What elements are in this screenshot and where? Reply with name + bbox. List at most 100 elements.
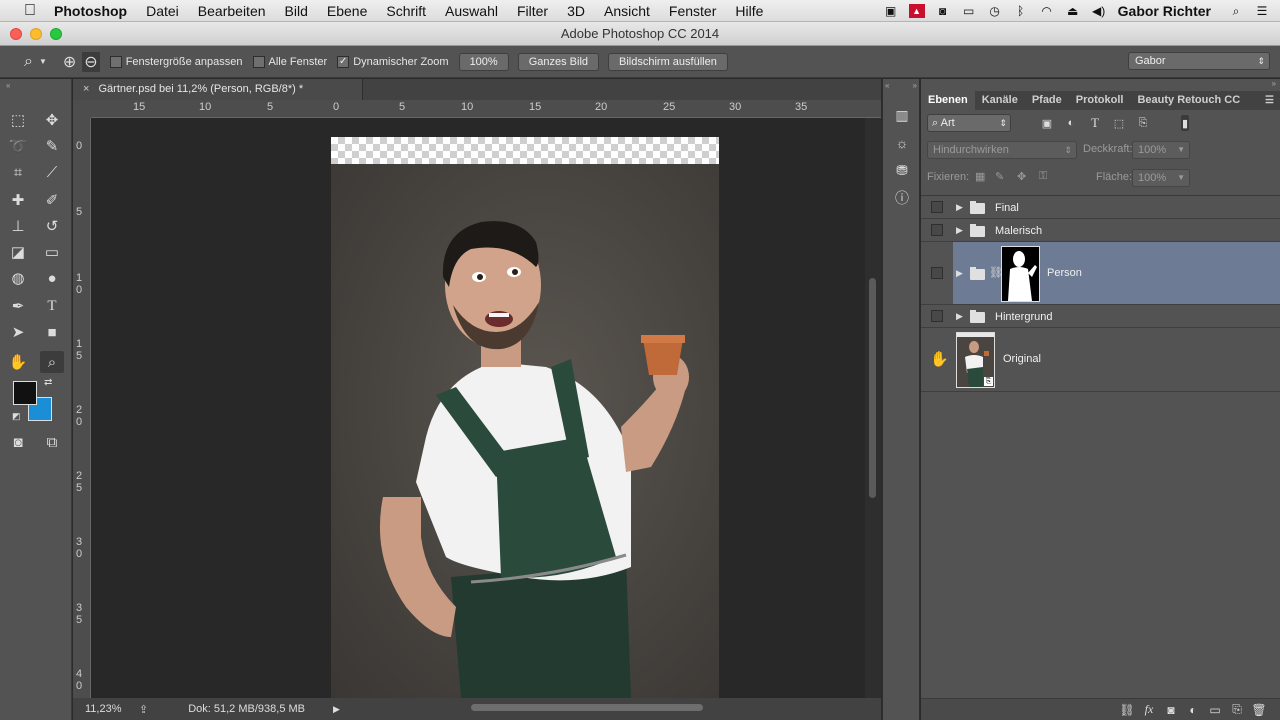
lock-transparency-icon[interactable]: ▦ xyxy=(975,170,985,183)
tab-protokoll[interactable]: Protokoll xyxy=(1069,91,1131,110)
lock-position-icon[interactable]: ✥ xyxy=(1017,170,1026,183)
fit-window-checkbox[interactable] xyxy=(109,55,122,68)
pen-tool-icon[interactable]: ✒ xyxy=(6,295,30,317)
zoom-tool-icon[interactable]: ⌕ xyxy=(40,351,64,373)
fill-input[interactable]: 100% ▼ xyxy=(1132,169,1190,187)
filter-toggle-icon[interactable]: ▮ xyxy=(1181,115,1189,131)
tool-preset-picker[interactable]: ⌕ ▼ xyxy=(24,53,47,71)
zoom-level[interactable]: 11,23% xyxy=(85,703,125,715)
quick-selection-tool-icon[interactable]: ✎ xyxy=(40,135,64,157)
crop-tool-icon[interactable]: ⌗ xyxy=(6,161,30,183)
layer-style-icon[interactable]: fx xyxy=(1138,702,1160,718)
eject-icon[interactable]: ⏏ xyxy=(1065,4,1081,18)
menu-3d[interactable]: 3D xyxy=(567,3,585,19)
collapse-tools-icon[interactable]: « xyxy=(6,81,10,90)
airplay-icon[interactable]: ▭ xyxy=(961,4,977,18)
menu-schrift[interactable]: Schrift xyxy=(386,3,426,19)
camera-icon[interactable]: ◙ xyxy=(935,4,951,18)
menu-bild[interactable]: Bild xyxy=(285,3,308,19)
menu-hilfe[interactable]: Hilfe xyxy=(735,3,763,19)
opacity-input[interactable]: 100% ▼ xyxy=(1132,141,1190,159)
filter-pixel-icon[interactable]: ▣ xyxy=(1039,115,1055,131)
tab-beauty-retouch[interactable]: Beauty Retouch CC xyxy=(1130,91,1247,110)
move-tool-icon[interactable]: ✥ xyxy=(40,109,64,131)
horizontal-scroll-thumb[interactable] xyxy=(471,704,703,711)
lock-pixels-icon[interactable]: ✎ xyxy=(995,170,1004,183)
expand-panels-icon[interactable]: » xyxy=(913,81,917,90)
adjustments-icon[interactable]: ☼ xyxy=(893,134,911,152)
status-menu-arrow-icon[interactable]: ▶ xyxy=(333,704,340,715)
layer-thumbnail[interactable]: ⎘ xyxy=(956,332,995,388)
visibility-toggle[interactable] xyxy=(931,224,943,236)
workspace-select[interactable]: Gabor ⇕ xyxy=(1128,52,1270,70)
filter-type-select[interactable]: ⌕ Art ⇕ xyxy=(927,114,1011,132)
brush-tool-icon[interactable]: ✐ xyxy=(40,189,64,211)
menu-ebene[interactable]: Ebene xyxy=(327,3,367,19)
expand-group-icon[interactable]: ▶ xyxy=(956,311,963,322)
expand-group-icon[interactable]: ▶ xyxy=(956,268,963,279)
eyedropper-tool-icon[interactable]: ⟋ xyxy=(40,161,64,183)
bluetooth-icon[interactable]: ᛒ xyxy=(1013,4,1029,18)
minimize-window-button[interactable] xyxy=(30,28,42,40)
vertical-ruler[interactable]: 0 5 1 0 1 5 2 0 2 5 3 0 3 5 4 0 xyxy=(73,118,91,698)
healing-brush-tool-icon[interactable]: ✚ xyxy=(6,189,30,211)
clone-stamp-tool-icon[interactable]: ⊥ xyxy=(6,215,30,237)
zoom-in-icon[interactable]: ⊕ xyxy=(63,52,76,72)
expand-group-icon[interactable]: ▶ xyxy=(956,202,963,213)
layer-mask-thumbnail[interactable] xyxy=(1001,246,1040,302)
screen-record-icon[interactable]: ▣ xyxy=(883,4,899,18)
filter-type-icon[interactable]: T xyxy=(1087,115,1103,131)
layer-row-original[interactable]: ✋ ⎘ Original xyxy=(921,328,1280,392)
export-icon[interactable]: ⇪ xyxy=(139,703,148,716)
tab-pfade[interactable]: Pfade xyxy=(1025,91,1069,110)
horizontal-ruler[interactable]: 15 10 5 0 5 10 15 20 25 30 35 xyxy=(91,100,881,118)
gradient-tool-icon[interactable]: ▭ xyxy=(40,241,64,263)
menu-bearbeiten[interactable]: Bearbeiten xyxy=(198,3,266,19)
visibility-toggle[interactable] xyxy=(931,310,943,322)
foreground-color-swatch[interactable] xyxy=(13,381,37,405)
history-brush-tool-icon[interactable]: ↺ xyxy=(40,215,64,237)
apple-menu-icon[interactable]:  xyxy=(20,2,40,20)
add-mask-icon[interactable]: ◙ xyxy=(1160,702,1182,718)
user-name[interactable]: Gabor Richter xyxy=(1118,3,1211,19)
adjustment-layer-icon[interactable]: ◐ xyxy=(1182,702,1204,718)
menu-app-name[interactable]: Photoshop xyxy=(54,3,127,19)
document-tab[interactable]: × Gärtner.psd bei 11,2% (Person, RGB/8*)… xyxy=(73,79,363,100)
marquee-tool-icon[interactable]: ⬚ xyxy=(6,109,30,131)
new-layer-icon[interactable]: ⎘ xyxy=(1226,702,1248,718)
delete-layer-icon[interactable]: 🗑 xyxy=(1248,702,1270,718)
vertical-scroll-thumb[interactable] xyxy=(869,278,876,498)
info-icon[interactable]: ⓘ xyxy=(893,189,911,207)
menu-datei[interactable]: Datei xyxy=(146,3,179,19)
wifi-icon[interactable]: ◠ xyxy=(1039,4,1055,18)
filter-smart-object-icon[interactable]: ⎘ xyxy=(1135,115,1151,131)
time-machine-icon[interactable]: ◷ xyxy=(987,4,1003,18)
visibility-toggle[interactable] xyxy=(931,267,943,279)
close-window-button[interactable] xyxy=(10,28,22,40)
blend-mode-select[interactable]: Hindurchwirken ⇕ xyxy=(927,141,1077,159)
tab-kanaele[interactable]: Kanäle xyxy=(975,91,1025,110)
vertical-scrollbar[interactable] xyxy=(865,118,881,698)
blur-tool-icon[interactable]: ◍ xyxy=(6,267,30,289)
all-windows-checkbox[interactable] xyxy=(252,55,265,68)
layer-row-final[interactable]: ▶ Final xyxy=(921,196,1280,219)
menu-auswahl[interactable]: Auswahl xyxy=(445,3,498,19)
collapse-dock-icon[interactable]: « xyxy=(885,81,889,90)
scrubby-zoom-checkbox[interactable]: ✓ xyxy=(337,55,350,68)
close-tab-icon[interactable]: × xyxy=(83,83,89,95)
menu-filter[interactable]: Filter xyxy=(517,3,548,19)
swap-colors-icon[interactable]: ⇄ xyxy=(44,377,52,388)
default-colors-icon[interactable]: ◩ xyxy=(12,411,21,422)
visibility-toggle[interactable] xyxy=(931,201,943,213)
lasso-tool-icon[interactable]: ➰ xyxy=(6,135,30,157)
properties-icon[interactable]: ⛃ xyxy=(893,161,911,179)
layer-row-person[interactable]: ▶ ⛓ Person xyxy=(921,242,1280,305)
layer-row-malerisch[interactable]: ▶ Malerisch xyxy=(921,219,1280,242)
histogram-icon[interactable]: ▥ xyxy=(893,106,911,124)
notification-center-icon[interactable]: ☰ xyxy=(1254,4,1270,18)
collapse-panel-icon[interactable]: » xyxy=(1272,79,1276,88)
dodge-tool-icon[interactable]: ● xyxy=(40,267,64,289)
fit-screen-button[interactable]: Ganzes Bild xyxy=(517,52,600,71)
fill-screen-button[interactable]: Bildschirm ausfüllen xyxy=(608,52,728,71)
menu-ansicht[interactable]: Ansicht xyxy=(604,3,650,19)
